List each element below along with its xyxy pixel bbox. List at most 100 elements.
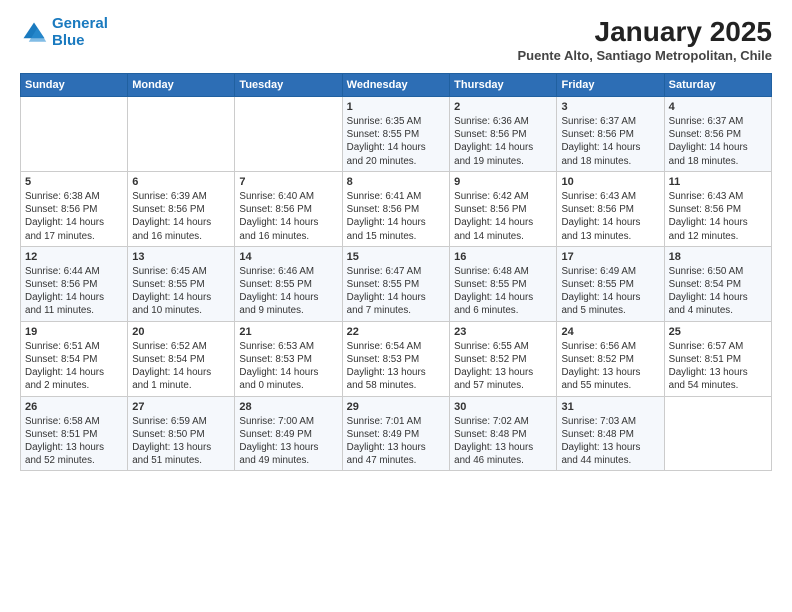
location-subtitle: Puente Alto, Santiago Metropolitan, Chil… [518, 48, 772, 63]
day-number: 25 [669, 326, 767, 338]
day-info: Sunrise: 6:57 AM Sunset: 8:51 PM Dayligh… [669, 340, 767, 393]
day-number: 13 [132, 251, 230, 263]
calendar-table: SundayMondayTuesdayWednesdayThursdayFrid… [20, 73, 772, 471]
calendar-cell: 30Sunrise: 7:02 AM Sunset: 8:48 PM Dayli… [450, 396, 557, 471]
day-info: Sunrise: 6:56 AM Sunset: 8:52 PM Dayligh… [561, 340, 659, 393]
day-number: 29 [347, 401, 445, 413]
day-info: Sunrise: 7:03 AM Sunset: 8:48 PM Dayligh… [561, 415, 659, 468]
day-number: 30 [454, 401, 552, 413]
calendar-cell: 14 Sunrise: 6:46 AM Sunset: 8:55 PM Dayli… [235, 246, 342, 321]
day-number: 21 [239, 326, 337, 338]
day-number: 26 [25, 401, 123, 413]
day-of-week-header: Friday [557, 74, 664, 97]
logo-line1: General [52, 15, 108, 32]
calendar-cell: 23 Sunrise: 6:55 AM Sunset: 8:52 PM Dayli… [450, 321, 557, 396]
calendar-cell: 12 Sunrise: 6:44 AM Sunset: 8:56 PM Dayli… [21, 246, 128, 321]
calendar-cell: 27 Sunrise: 6:59 AM Sunset: 8:50 PM Dayli… [128, 396, 235, 471]
calendar-week-row: 26Sunrise: 6:58 AM Sunset: 8:51 PM Dayli… [21, 396, 772, 471]
day-number: 28 [239, 401, 337, 413]
day-info: Sunrise: 6:48 AM Sunset: 8:55 PM Dayligh… [454, 265, 552, 318]
header: General Blue January 2025 Puente Alto, S… [20, 16, 772, 63]
calendar-cell: 8 Sunrise: 6:41 AM Sunset: 8:56 PM Daylig… [342, 171, 449, 246]
day-info: Sunrise: 6:45 AM Sunset: 8:55 PM Dayligh… [132, 265, 230, 318]
calendar-cell: 6 Sunrise: 6:39 AM Sunset: 8:56 PM Daylig… [128, 171, 235, 246]
calendar-cell: 26Sunrise: 6:58 AM Sunset: 8:51 PM Dayli… [21, 396, 128, 471]
day-info: Sunrise: 6:55 AM Sunset: 8:52 PM Dayligh… [454, 340, 552, 393]
page: General Blue January 2025 Puente Alto, S… [0, 0, 792, 612]
day-number: 1 [347, 101, 445, 113]
day-number: 27 [132, 401, 230, 413]
calendar-cell: 5 Sunrise: 6:38 AM Sunset: 8:56 PM Daylig… [21, 171, 128, 246]
calendar-header: SundayMondayTuesdayWednesdayThursdayFrid… [21, 74, 772, 97]
calendar-cell: 3Sunrise: 6:37 AM Sunset: 8:56 PM Daylig… [557, 97, 664, 172]
day-info: Sunrise: 6:42 AM Sunset: 8:56 PM Dayligh… [454, 190, 552, 243]
calendar-body: 1 Sunrise: 6:35 AM Sunset: 8:55 PM Daylig… [21, 97, 772, 471]
day-info: Sunrise: 6:41 AM Sunset: 8:56 PM Dayligh… [347, 190, 445, 243]
header-row: SundayMondayTuesdayWednesdayThursdayFrid… [21, 74, 772, 97]
day-number: 9 [454, 176, 552, 188]
calendar-cell [21, 97, 128, 172]
day-info: Sunrise: 6:49 AM Sunset: 8:55 PM Dayligh… [561, 265, 659, 318]
day-info: Sunrise: 7:01 AM Sunset: 8:49 PM Dayligh… [347, 415, 445, 468]
day-info: Sunrise: 6:50 AM Sunset: 8:54 PM Dayligh… [669, 265, 767, 318]
day-info: Sunrise: 6:39 AM Sunset: 8:56 PM Dayligh… [132, 190, 230, 243]
calendar-cell [664, 396, 771, 471]
calendar-cell: 7 Sunrise: 6:40 AM Sunset: 8:56 PM Daylig… [235, 171, 342, 246]
day-info: Sunrise: 6:38 AM Sunset: 8:56 PM Dayligh… [25, 190, 123, 243]
day-number: 24 [561, 326, 659, 338]
calendar-cell: 24 Sunrise: 6:56 AM Sunset: 8:52 PM Dayli… [557, 321, 664, 396]
calendar-week-row: 19 Sunrise: 6:51 AM Sunset: 8:54 PM Dayli… [21, 321, 772, 396]
calendar-week-row: 12 Sunrise: 6:44 AM Sunset: 8:56 PM Dayli… [21, 246, 772, 321]
day-number: 5 [25, 176, 123, 188]
calendar-cell: 9 Sunrise: 6:42 AM Sunset: 8:56 PM Daylig… [450, 171, 557, 246]
day-number: 4 [669, 101, 767, 113]
day-info: Sunrise: 6:43 AM Sunset: 8:56 PM Dayligh… [561, 190, 659, 243]
calendar-cell: 17 Sunrise: 6:49 AM Sunset: 8:55 PM Dayli… [557, 246, 664, 321]
day-info: Sunrise: 6:35 AM Sunset: 8:55 PM Dayligh… [347, 115, 445, 168]
day-number: 10 [561, 176, 659, 188]
calendar-cell: 18 Sunrise: 6:50 AM Sunset: 8:54 PM Dayli… [664, 246, 771, 321]
day-number: 7 [239, 176, 337, 188]
day-info: Sunrise: 7:00 AM Sunset: 8:49 PM Dayligh… [239, 415, 337, 468]
day-info: Sunrise: 6:37 AM Sunset: 8:56 PM Dayligh… [669, 115, 767, 168]
day-info: Sunrise: 6:54 AM Sunset: 8:53 PM Dayligh… [347, 340, 445, 393]
calendar-cell: 4 Sunrise: 6:37 AM Sunset: 8:56 PM Daylig… [664, 97, 771, 172]
calendar-cell: 1 Sunrise: 6:35 AM Sunset: 8:55 PM Daylig… [342, 97, 449, 172]
logo-icon [20, 19, 48, 47]
day-number: 8 [347, 176, 445, 188]
calendar-cell: 22 Sunrise: 6:54 AM Sunset: 8:53 PM Dayli… [342, 321, 449, 396]
day-number: 18 [669, 251, 767, 263]
day-number: 15 [347, 251, 445, 263]
calendar-cell: 19 Sunrise: 6:51 AM Sunset: 8:54 PM Dayli… [21, 321, 128, 396]
day-info: Sunrise: 6:51 AM Sunset: 8:54 PM Dayligh… [25, 340, 123, 393]
day-number: 23 [454, 326, 552, 338]
day-number: 12 [25, 251, 123, 263]
day-number: 22 [347, 326, 445, 338]
day-number: 20 [132, 326, 230, 338]
day-info: Sunrise: 6:44 AM Sunset: 8:56 PM Dayligh… [25, 265, 123, 318]
day-number: 14 [239, 251, 337, 263]
day-info: Sunrise: 6:53 AM Sunset: 8:53 PM Dayligh… [239, 340, 337, 393]
day-of-week-header: Saturday [664, 74, 771, 97]
day-info: Sunrise: 6:59 AM Sunset: 8:50 PM Dayligh… [132, 415, 230, 468]
logo-text: General Blue [52, 16, 108, 49]
calendar-week-row: 1 Sunrise: 6:35 AM Sunset: 8:55 PM Daylig… [21, 97, 772, 172]
day-info: Sunrise: 6:40 AM Sunset: 8:56 PM Dayligh… [239, 190, 337, 243]
calendar-cell: 29 Sunrise: 7:01 AM Sunset: 8:49 PM Dayli… [342, 396, 449, 471]
calendar-cell: 25 Sunrise: 6:57 AM Sunset: 8:51 PM Dayli… [664, 321, 771, 396]
day-of-week-header: Sunday [21, 74, 128, 97]
day-info: Sunrise: 6:36 AM Sunset: 8:56 PM Dayligh… [454, 115, 552, 168]
day-number: 19 [25, 326, 123, 338]
logo: General Blue [20, 16, 108, 49]
day-number: 6 [132, 176, 230, 188]
day-of-week-header: Tuesday [235, 74, 342, 97]
calendar-cell: 16 Sunrise: 6:48 AM Sunset: 8:55 PM Dayli… [450, 246, 557, 321]
day-info: Sunrise: 6:52 AM Sunset: 8:54 PM Dayligh… [132, 340, 230, 393]
day-info: Sunrise: 6:46 AM Sunset: 8:55 PM Dayligh… [239, 265, 337, 318]
calendar-cell: 11Sunrise: 6:43 AM Sunset: 8:56 PM Dayli… [664, 171, 771, 246]
calendar-cell: 21 Sunrise: 6:53 AM Sunset: 8:53 PM Dayli… [235, 321, 342, 396]
day-number: 17 [561, 251, 659, 263]
day-number: 16 [454, 251, 552, 263]
day-number: 31 [561, 401, 659, 413]
calendar-cell: 15Sunrise: 6:47 AM Sunset: 8:55 PM Dayli… [342, 246, 449, 321]
